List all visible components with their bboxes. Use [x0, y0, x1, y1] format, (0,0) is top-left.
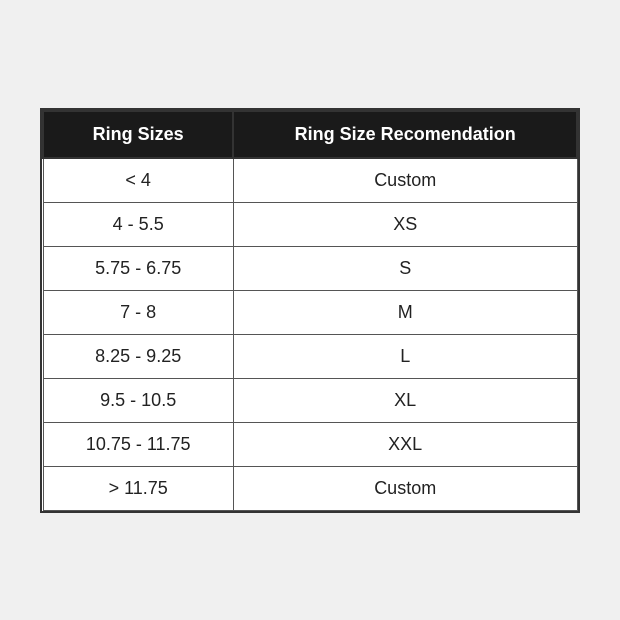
- ring-size-value: 8.25 - 9.25: [43, 334, 233, 378]
- table-row: 10.75 - 11.75XXL: [43, 422, 577, 466]
- ring-size-table: Ring Sizes Ring Size Recomendation < 4Cu…: [42, 110, 578, 511]
- ring-size-value: > 11.75: [43, 466, 233, 510]
- header-ring-recommendation: Ring Size Recomendation: [233, 111, 577, 158]
- ring-size-value: < 4: [43, 158, 233, 203]
- table-header-row: Ring Sizes Ring Size Recomendation: [43, 111, 577, 158]
- table-row: 9.5 - 10.5XL: [43, 378, 577, 422]
- ring-size-recommendation-value: XS: [233, 202, 577, 246]
- ring-size-recommendation-value: XL: [233, 378, 577, 422]
- ring-size-value: 7 - 8: [43, 290, 233, 334]
- ring-size-value: 10.75 - 11.75: [43, 422, 233, 466]
- ring-size-value: 4 - 5.5: [43, 202, 233, 246]
- ring-size-table-container: Ring Sizes Ring Size Recomendation < 4Cu…: [40, 108, 580, 513]
- table-row: 8.25 - 9.25L: [43, 334, 577, 378]
- ring-size-recommendation-value: S: [233, 246, 577, 290]
- ring-size-value: 5.75 - 6.75: [43, 246, 233, 290]
- ring-size-recommendation-value: Custom: [233, 158, 577, 203]
- ring-size-recommendation-value: Custom: [233, 466, 577, 510]
- table-row: 5.75 - 6.75S: [43, 246, 577, 290]
- ring-size-value: 9.5 - 10.5: [43, 378, 233, 422]
- table-row: > 11.75Custom: [43, 466, 577, 510]
- ring-size-recommendation-value: L: [233, 334, 577, 378]
- ring-size-recommendation-value: XXL: [233, 422, 577, 466]
- table-row: < 4Custom: [43, 158, 577, 203]
- header-ring-sizes: Ring Sizes: [43, 111, 233, 158]
- ring-size-recommendation-value: M: [233, 290, 577, 334]
- table-row: 7 - 8M: [43, 290, 577, 334]
- table-row: 4 - 5.5XS: [43, 202, 577, 246]
